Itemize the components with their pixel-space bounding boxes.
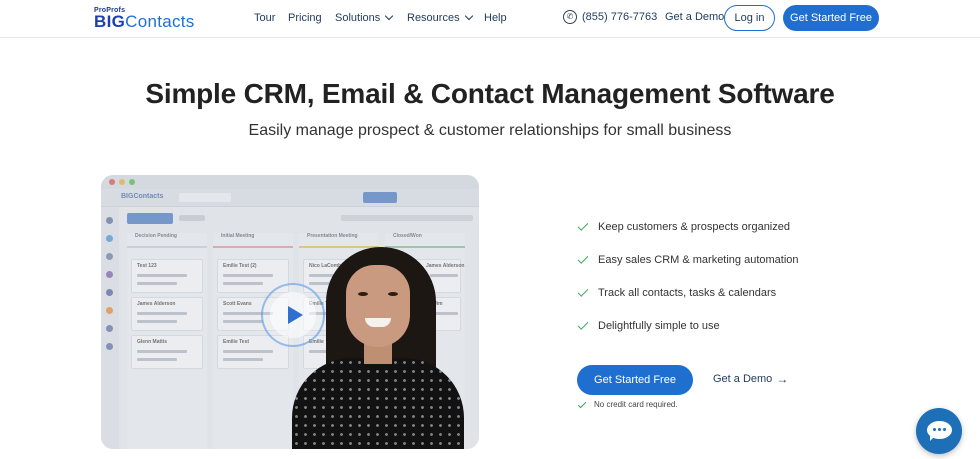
chat-dot: [943, 428, 946, 431]
get-started-button[interactable]: Get Started Free: [577, 365, 693, 395]
check-icon: [577, 220, 589, 231]
feature-text: Track all contacts, tasks & calendars: [598, 287, 777, 299]
nav-get-demo-link[interactable]: Get a Demo: [665, 11, 724, 23]
play-button[interactable]: [270, 292, 316, 338]
logo[interactable]: ProProfs BIGContacts: [94, 7, 222, 33]
check-icon: [577, 319, 589, 330]
feature-text: Keep customers & prospects organized: [598, 221, 790, 233]
nav-solutions[interactable]: Solutions: [335, 11, 394, 25]
chat-widget-button[interactable]: [916, 408, 962, 454]
chat-dot: [933, 428, 936, 431]
chevron-down-icon: [464, 11, 473, 21]
chevron-down-icon: [385, 11, 394, 21]
nav-tour[interactable]: Tour: [254, 11, 275, 25]
play-icon: [287, 306, 303, 324]
nav-get-started-button[interactable]: Get Started Free: [783, 5, 879, 31]
get-demo-label: Get a Demo: [713, 373, 773, 385]
no-credit-card-text: No credit card required.: [594, 400, 678, 409]
nav-pricing[interactable]: Pricing: [288, 11, 322, 25]
chat-icon-tail: [930, 435, 936, 441]
login-button[interactable]: Log in: [724, 5, 775, 31]
feature-item: Track all contacts, tasks & calendars: [577, 286, 799, 319]
check-icon: [577, 253, 589, 264]
get-demo-link[interactable]: Get a Demo →: [713, 373, 788, 385]
page-title: Simple CRM, Email & Contact Management S…: [145, 78, 835, 109]
check-icon: [577, 286, 589, 297]
feature-text: Delightfully simple to use: [598, 320, 720, 332]
logo-brand-big: BIGContacts: [94, 13, 195, 31]
chat-dot: [938, 428, 941, 431]
phone-number-link[interactable]: ✆ (855) 776-7763: [563, 10, 657, 24]
feature-item: Keep customers & prospects organized: [577, 220, 799, 253]
logo-contacts-part: Contacts: [125, 12, 195, 31]
page-subtitle: Easily manage prospect & customer relati…: [248, 122, 732, 139]
feature-item: Easy sales CRM & marketing automation: [577, 253, 799, 286]
feature-item: Delightfully simple to use: [577, 319, 799, 352]
nav-solutions-label: Solutions: [335, 12, 381, 24]
phone-number: (855) 776-7763: [582, 11, 658, 23]
arrow-right-icon: →: [776, 372, 789, 386]
top-navigation: ProProfs BIGContacts Tour Pricing Soluti…: [0, 0, 980, 38]
nav-resources-label: Resources: [407, 12, 460, 24]
feature-text: Easy sales CRM & marketing automation: [598, 254, 799, 266]
feature-list: Keep customers & prospects organized Eas…: [577, 220, 799, 352]
logo-big-part: BIG: [94, 12, 126, 31]
nav-help[interactable]: Help: [484, 11, 507, 25]
no-credit-card-note: No credit card required.: [577, 399, 678, 409]
phone-icon: ✆: [563, 10, 577, 24]
nav-resources[interactable]: Resources: [407, 11, 473, 25]
check-icon: [577, 399, 587, 408]
